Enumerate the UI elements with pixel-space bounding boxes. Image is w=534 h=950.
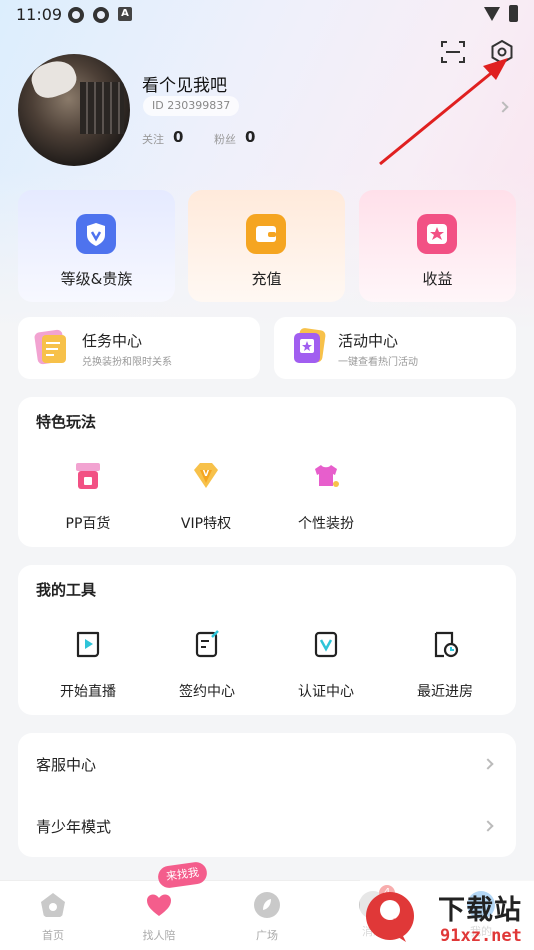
feature-vip-label: VIP特权 [180,516,232,532]
nav-square[interactable]: 广场 [222,881,312,950]
tool-verify-center[interactable]: 认证中心 [271,627,381,701]
tools-panel: 我的工具 开始直播 签约中心 认证中心 最近进房 [18,565,516,715]
activity-center-title: 活动中心 [338,332,399,350]
task-center-subtitle: 兑换装扮和限时关系 [82,357,172,368]
menu-customer-service-label: 客服中心 [36,756,97,774]
card-task-center[interactable]: 任务中心 兑换装扮和限时关系 [18,317,260,379]
sign-contract-icon [195,630,219,658]
card-level-noble-label: 等级&贵族 [60,270,133,288]
tool-verify-center-label: 认证中心 [298,684,354,700]
tool-sign-center[interactable]: 签约中心 [152,627,262,701]
tool-sign-center-label: 签约中心 [179,684,235,700]
card-earnings[interactable]: 收益 [359,190,516,302]
svg-text:V: V [203,469,210,478]
activity-star-icon [294,328,326,363]
home-icon [41,893,65,917]
battery-icon [509,5,518,22]
status-time: 11:09 [16,5,63,24]
status-bar: 11:09 A [0,0,534,30]
menu-youth-mode-label: 青少年模式 [36,818,112,836]
annotation-arrow [379,58,508,166]
vip-diamond-icon: V [194,463,218,488]
recent-room-icon [434,631,459,658]
outfit-icon [315,465,339,487]
fans-count[interactable]: 0 [245,128,255,146]
nav-home-label: 首页 [42,929,64,942]
star-badge-icon [417,214,457,254]
watermark-text: 下载站 [438,895,522,926]
menu-panel: 客服中心 青少年模式 [18,733,516,857]
tool-start-live-label: 开始直播 [60,684,116,700]
shield-v-icon [76,214,116,254]
app-notification-icon [93,7,109,23]
chevron-right-icon [482,820,494,832]
menu-youth-mode[interactable]: 青少年模式 [18,795,516,857]
card-recharge[interactable]: 充值 [188,190,345,302]
feature-vip[interactable]: V VIP特权 [151,459,261,533]
avatar[interactable] [18,54,130,166]
user-id-badge: ID 230399837 [143,96,240,116]
feature-outfit[interactable]: 个性装扮 [271,459,381,533]
feature-pp-shop[interactable]: PP百货 [33,459,143,533]
wallet-icon [246,214,286,254]
card-earnings-label: 收益 [422,270,453,288]
app-notification-icon [68,7,84,23]
fans-label[interactable]: 粉丝 [214,131,236,147]
live-play-icon [76,631,100,658]
features-title: 特色玩法 [36,413,97,431]
card-level-noble[interactable]: 等级&贵族 [18,190,175,302]
task-center-title: 任务中心 [82,332,143,350]
activity-center-subtitle: 一键查看热门活动 [338,357,418,368]
shop-icon [76,463,100,489]
nav-home[interactable]: 首页 [8,881,98,950]
card-recharge-label: 充值 [251,270,282,288]
nav-find-companion[interactable]: 找人陪 [114,881,204,950]
tool-recent-room-label: 最近进房 [417,684,473,700]
follow-label[interactable]: 关注 [142,131,164,147]
compass-icon [254,892,280,918]
tool-recent-room[interactable]: 最近进房 [390,627,500,701]
heart-icon [147,894,171,916]
menu-customer-service[interactable]: 客服中心 [18,733,516,795]
feature-pp-shop-label: PP百货 [65,516,111,532]
tool-start-live[interactable]: 开始直播 [33,627,143,701]
card-activity-center[interactable]: 活动中心 一键查看热门活动 [274,317,516,379]
nav-square-label: 广场 [256,929,278,942]
nickname: 看个见我吧 [142,76,227,96]
features-panel: 特色玩法 PP百货 V VIP特权 个性装扮 [18,397,516,547]
wifi-icon [484,7,500,21]
verify-icon [314,631,338,658]
nav-find-companion-label: 找人陪 [142,929,176,942]
feature-outfit-label: 个性装扮 [298,516,354,532]
a-notification-icon: A [118,7,132,21]
follow-count[interactable]: 0 [173,128,183,146]
task-clipboard-icon [34,329,66,365]
tools-title: 我的工具 [36,581,97,599]
watermark-url: 91xz.net [440,926,522,946]
chevron-right-icon [482,758,494,770]
